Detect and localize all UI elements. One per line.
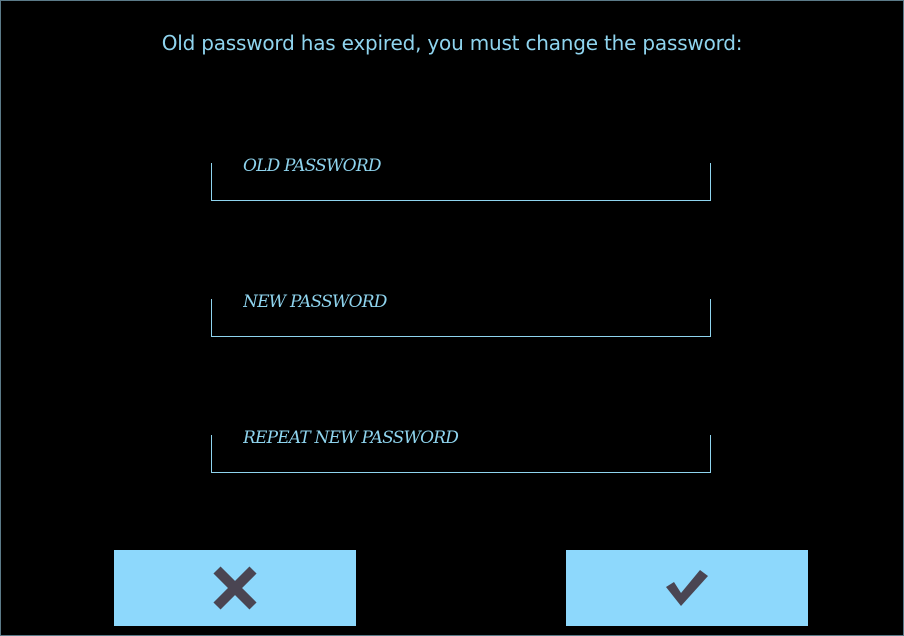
new-password-input[interactable] [212,287,710,317]
repeat-new-password-field [211,423,711,473]
cancel-button[interactable] [114,550,356,626]
close-icon [213,566,257,610]
checkmark-icon [666,570,708,606]
confirm-button[interactable] [566,550,808,626]
dialog-message: Old password has expired, you must chang… [161,31,743,55]
repeat-new-password-input[interactable] [212,423,710,453]
old-password-input[interactable] [212,151,710,181]
old-password-field [211,151,711,201]
change-password-dialog: Old password has expired, you must chang… [0,0,904,636]
new-password-field [211,287,711,337]
